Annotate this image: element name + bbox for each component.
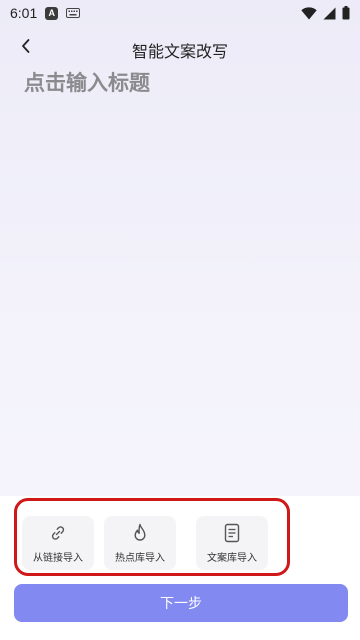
flame-icon	[134, 523, 146, 541]
keyboard-icon	[66, 8, 81, 18]
link-icon	[51, 526, 65, 540]
next-button[interactable]: 下一步	[14, 584, 348, 622]
status-left: 6:01 A	[10, 5, 81, 21]
status-bar: 6:01 A	[0, 0, 360, 26]
status-right	[301, 6, 350, 20]
content-body-area[interactable]	[24, 106, 336, 486]
wifi-icon	[301, 6, 317, 19]
document-icon	[224, 523, 240, 543]
import-option-label: 从链接导入	[33, 553, 83, 564]
page-title: 智能文案改写	[131, 42, 228, 61]
battery-icon	[342, 6, 350, 20]
a-icon: A	[45, 6, 59, 20]
import-option-label: 文案库导入	[207, 553, 257, 564]
status-time: 6:01	[10, 5, 38, 21]
import-options: 从链接导入 热点库导入 文案库导入	[22, 516, 282, 574]
import-from-link-button[interactable]: 从链接导入	[22, 516, 94, 570]
app-bar: 智能文案改写	[0, 28, 360, 68]
import-option-label: 热点库导入	[115, 553, 165, 564]
title-input[interactable]	[24, 68, 336, 98]
signal-icon	[323, 7, 336, 19]
import-from-copy-library-button[interactable]: 文案库导入	[196, 516, 268, 570]
import-from-hot-library-button[interactable]: 热点库导入	[104, 516, 176, 570]
